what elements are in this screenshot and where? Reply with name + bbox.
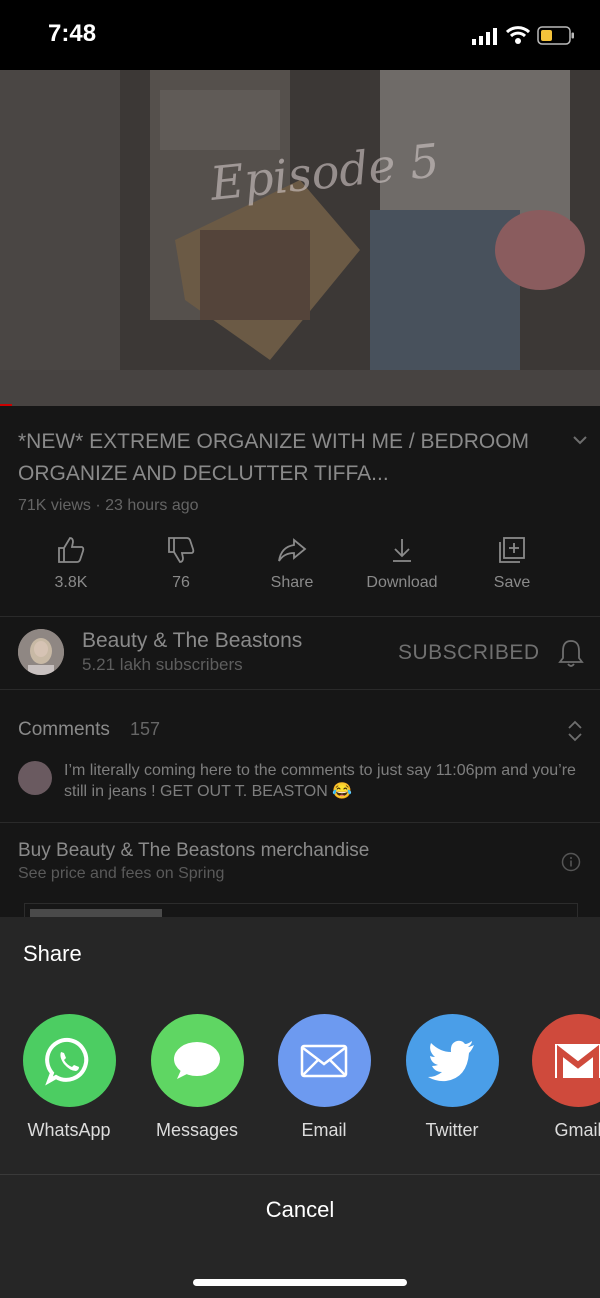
chevron-down-icon[interactable] bbox=[570, 430, 590, 450]
channel-avatar-image bbox=[18, 629, 64, 675]
share-app-label: Twitter bbox=[425, 1120, 479, 1140]
twitter-icon bbox=[405, 1014, 499, 1107]
email-icon bbox=[277, 1014, 371, 1107]
commenter-avatar[interactable] bbox=[18, 761, 52, 795]
wifi-icon bbox=[506, 26, 530, 44]
share-app-twitter[interactable]: Twitter bbox=[392, 1014, 512, 1141]
bell-icon[interactable] bbox=[557, 638, 585, 668]
merch-thumbnail bbox=[30, 909, 162, 917]
divider bbox=[0, 689, 600, 690]
divider bbox=[0, 1174, 600, 1175]
merch-subheading: See price and fees on Spring bbox=[18, 865, 225, 882]
battery-icon bbox=[537, 26, 574, 45]
subscriber-count: 5.21 lakh subscribers bbox=[82, 655, 243, 674]
share-app-label: WhatsApp bbox=[27, 1120, 111, 1140]
merch-heading: Buy Beauty & The Beastons merchandise bbox=[18, 840, 370, 861]
video-thumbnail bbox=[0, 70, 600, 406]
info-icon[interactable] bbox=[561, 852, 581, 872]
thumbs-down-icon bbox=[168, 537, 195, 563]
messages-icon bbox=[150, 1014, 244, 1107]
save-button[interactable]: Save bbox=[457, 536, 567, 592]
share-app-label: Messages bbox=[155, 1120, 239, 1140]
top-comment[interactable]: I’m literally coming here to the comment… bbox=[64, 760, 584, 802]
like-button[interactable]: 3.8K bbox=[16, 536, 126, 592]
save-label: Save bbox=[493, 574, 531, 591]
share-sheet-title: Share bbox=[23, 941, 82, 966]
share-app-gmail[interactable]: Gmail bbox=[518, 1014, 600, 1141]
video-title[interactable]: *NEW* EXTREME ORGANIZE WITH ME / BEDROOM… bbox=[18, 426, 558, 490]
download-icon bbox=[393, 539, 411, 562]
download-label: Download bbox=[366, 574, 438, 591]
dislike-count: 76 bbox=[172, 574, 190, 591]
comments-count: 157 bbox=[130, 719, 161, 739]
cancel-button[interactable]: Cancel bbox=[0, 1197, 600, 1223]
share-button[interactable]: Share bbox=[237, 536, 347, 592]
share-label: Share bbox=[270, 574, 314, 591]
subscribed-button[interactable]: SUBSCRIBED bbox=[398, 641, 540, 665]
download-button[interactable]: Download bbox=[347, 536, 457, 592]
video-player[interactable] bbox=[0, 70, 600, 406]
divider bbox=[0, 822, 600, 823]
thumbs-up-icon bbox=[58, 537, 85, 563]
dislike-button[interactable]: 76 bbox=[126, 536, 236, 592]
like-count: 3.8K bbox=[54, 574, 88, 591]
share-icon bbox=[278, 538, 307, 562]
cellular-signal-icon bbox=[472, 28, 497, 45]
share-app-label: Gmail bbox=[554, 1120, 600, 1140]
home-indicator[interactable] bbox=[193, 1279, 407, 1286]
share-app-label: Email bbox=[301, 1120, 347, 1140]
whatsapp-icon bbox=[22, 1014, 116, 1107]
share-app-email[interactable]: Email bbox=[264, 1014, 384, 1141]
channel-name[interactable]: Beauty & The Beastons bbox=[82, 629, 302, 653]
expand-collapse-icon[interactable] bbox=[565, 718, 585, 744]
comments-heading[interactable]: Comments bbox=[18, 719, 110, 741]
share-app-messages[interactable]: Messages bbox=[137, 1014, 257, 1141]
channel-avatar[interactable] bbox=[18, 629, 64, 675]
divider bbox=[0, 616, 600, 617]
status-time: 7:48 bbox=[48, 20, 97, 47]
save-icon bbox=[499, 537, 525, 563]
video-meta: 71K views · 23 hours ago bbox=[18, 497, 199, 514]
gmail-icon bbox=[531, 1014, 600, 1107]
share-app-whatsapp[interactable]: WhatsApp bbox=[9, 1014, 129, 1141]
